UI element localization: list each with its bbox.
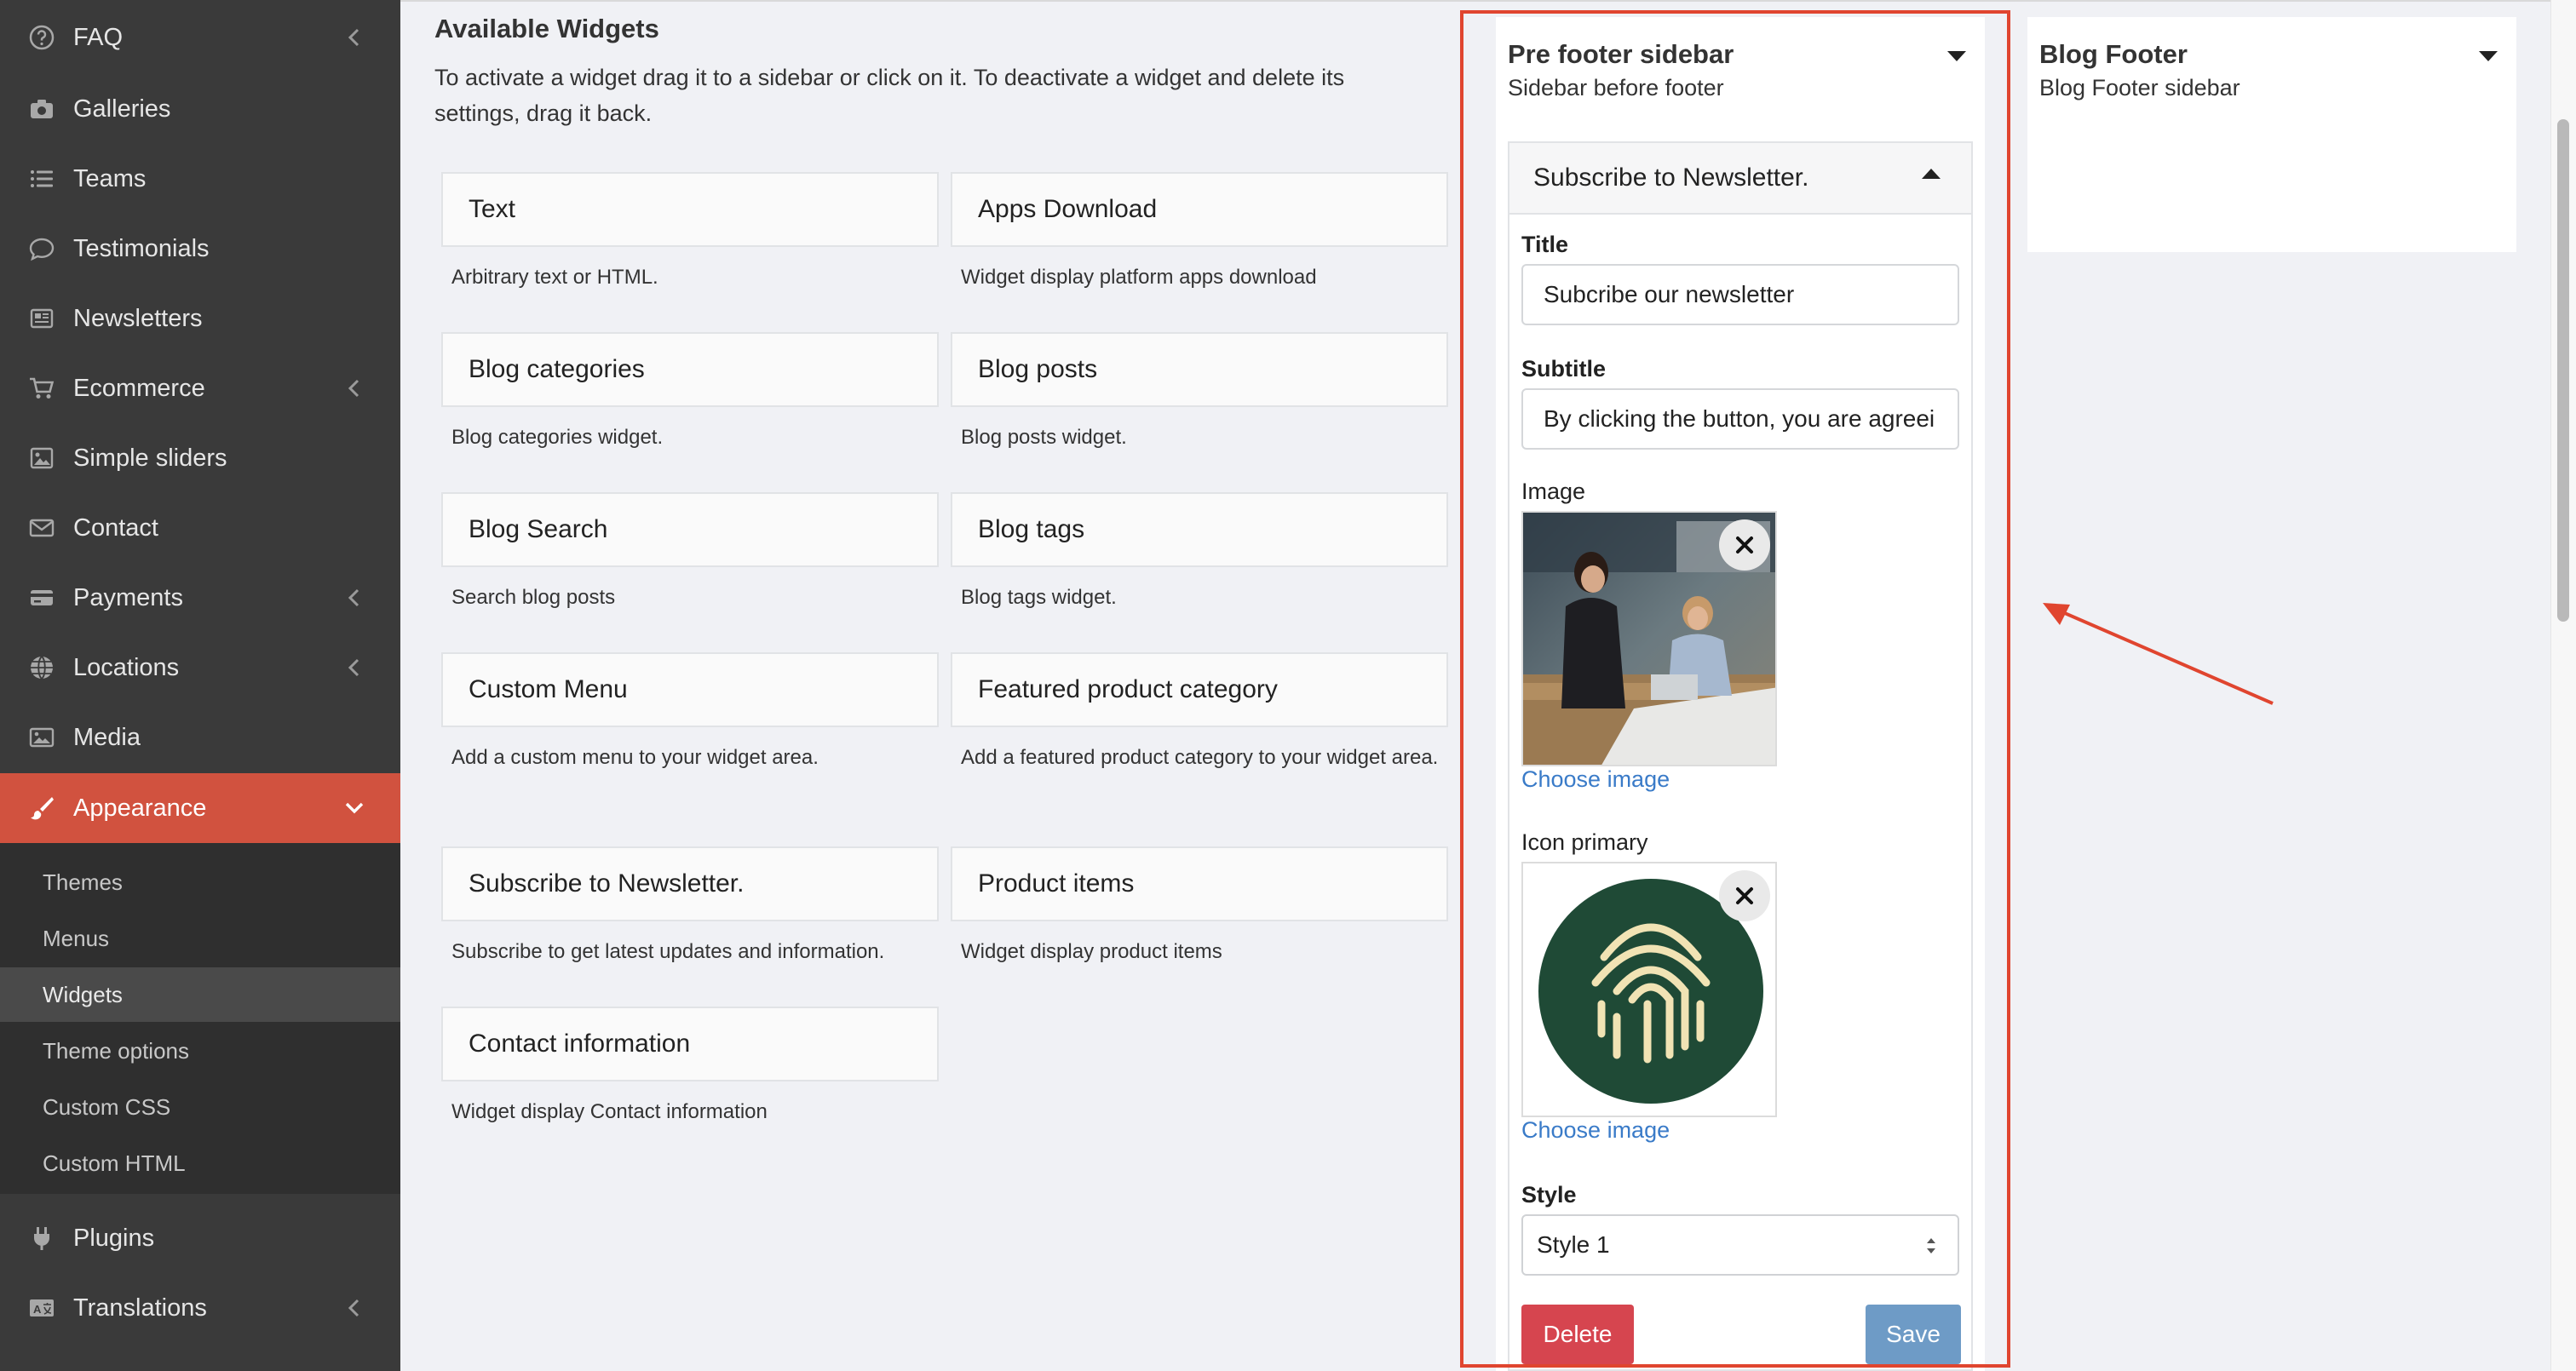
sidebar-item-label: Ecommerce	[73, 374, 205, 402]
sidebar-item-label: Galleries	[73, 95, 171, 123]
chevron-left-icon	[348, 379, 359, 398]
comment-icon	[27, 234, 56, 263]
widget-description: Blog tags widget.	[961, 586, 1117, 609]
widget-name[interactable]: Blog posts	[951, 332, 1448, 407]
sidebar-item-label: Teams	[73, 164, 147, 192]
widget-description: Widget display Contact information	[451, 1100, 768, 1123]
caret-down-icon[interactable]	[2479, 51, 2498, 61]
sidebar-item-label: Testimonials	[73, 234, 210, 262]
sidebar-subitem-custom-html[interactable]: Custom HTML	[0, 1136, 400, 1190]
credit-card-icon	[27, 583, 56, 612]
widget-blog-posts[interactable]: Blog posts Blog posts widget.	[951, 332, 1448, 455]
chevron-left-icon	[348, 28, 359, 47]
widget-blog-categories[interactable]: Blog categories Blog categories widget.	[441, 332, 939, 455]
widget-contact-information[interactable]: Contact information Widget display Conta…	[441, 1007, 939, 1129]
sidebar-item-label: Translations	[73, 1294, 207, 1322]
widget-description: Widget display product items	[961, 940, 1222, 963]
question-circle-icon	[27, 23, 56, 52]
globe-icon	[27, 653, 56, 682]
widget-blog-search[interactable]: Blog Search Search blog posts	[441, 492, 939, 615]
sidebar-item-label: FAQ	[73, 23, 124, 51]
sidebar-item-label: Locations	[73, 653, 180, 681]
sidebar-item-galleries[interactable]: Galleries	[0, 75, 400, 143]
sidebar-item-testimonials[interactable]: Testimonials	[0, 215, 400, 283]
image-icon	[27, 444, 56, 473]
cart-icon	[27, 374, 56, 403]
widget-description: Blog categories widget.	[451, 426, 664, 449]
widget-custom-menu[interactable]: Custom Menu Add a custom menu to your wi…	[441, 652, 939, 775]
widget-name[interactable]: Featured product category	[951, 652, 1448, 727]
widget-name[interactable]: Contact information	[441, 1007, 939, 1081]
available-widgets-description: To activate a widget drag it to a sideba…	[434, 65, 1345, 126]
widget-name[interactable]: Subscribe to Newsletter.	[441, 846, 939, 921]
sidebar-item-plugins[interactable]: Plugins	[0, 1204, 400, 1272]
widget-name[interactable]: Text	[441, 172, 939, 247]
sidebar-subitem-themes[interactable]: Themes	[0, 855, 400, 909]
annotation-arrow-icon	[2043, 603, 2274, 705]
svg-text:A: A	[33, 1303, 42, 1316]
chevron-left-icon	[348, 588, 359, 607]
sidebar-item-media[interactable]: Media	[0, 703, 400, 772]
sidebar-item-label: Appearance	[73, 794, 207, 822]
sidebar-item-teams[interactable]: Teams	[0, 145, 400, 213]
blog-footer-title[interactable]: Blog Footer	[2039, 39, 2188, 70]
images-icon	[27, 723, 56, 752]
widget-name[interactable]: Blog categories	[441, 332, 939, 407]
widget-name[interactable]: Apps Download	[951, 172, 1448, 247]
plug-icon	[27, 1224, 56, 1253]
widget-description: Add a featured product category to your …	[961, 746, 1439, 769]
scrollbar-thumb[interactable]	[2557, 119, 2569, 622]
sidebar-item-translations[interactable]: A Translations	[0, 1274, 400, 1342]
available-widgets-title: Available Widgets	[434, 14, 659, 43]
chevron-down-icon	[345, 802, 364, 814]
widget-description: Add a custom menu to your widget area.	[451, 746, 819, 769]
paintbrush-icon	[27, 794, 56, 823]
highlight-outline	[1460, 10, 2010, 1368]
widget-blog-tags[interactable]: Blog tags Blog tags widget.	[951, 492, 1448, 615]
sidebar-item-ecommerce[interactable]: Ecommerce	[0, 354, 400, 422]
sidebar-item-simple-sliders[interactable]: Simple sliders	[0, 424, 400, 492]
sidebar-item-label: Contact	[73, 513, 158, 542]
sidebar-item-label: Simple sliders	[73, 444, 227, 472]
top-divider	[400, 0, 2576, 2]
widget-description: Subscribe to get latest updates and info…	[451, 940, 885, 963]
widget-featured-product-category[interactable]: Featured product category Add a featured…	[951, 652, 1448, 775]
widget-description: Blog posts widget.	[961, 426, 1127, 449]
sidebar-item-label: Plugins	[73, 1224, 155, 1252]
language-icon: A	[27, 1294, 56, 1322]
widget-name[interactable]: Custom Menu	[441, 652, 939, 727]
blog-footer-subtitle: Blog Footer sidebar	[2039, 75, 2240, 100]
widget-name[interactable]: Blog tags	[951, 492, 1448, 567]
sidebar-item-faq[interactable]: FAQ	[0, 3, 400, 72]
sidebar-item-label: Media	[73, 723, 141, 751]
widget-subscribe-newsletter[interactable]: Subscribe to Newsletter. Subscribe to ge…	[441, 846, 939, 969]
widget-apps-download[interactable]: Apps Download Widget display platform ap…	[951, 172, 1448, 295]
list-icon	[27, 164, 56, 193]
widget-text[interactable]: Text Arbitrary text or HTML.	[441, 172, 939, 295]
sidebar-item-payments[interactable]: Payments	[0, 564, 400, 632]
widget-description: Search blog posts	[451, 586, 616, 609]
sidebar-subitem-menus[interactable]: Menus	[0, 911, 400, 966]
sidebar-item-label: Payments	[73, 583, 183, 611]
sidebar-item-appearance[interactable]: Appearance	[0, 773, 400, 843]
widget-name[interactable]: Blog Search	[441, 492, 939, 567]
widget-product-items[interactable]: Product items Widget display product ite…	[951, 846, 1448, 969]
sidebar-item-locations[interactable]: Locations	[0, 634, 400, 702]
sidebar-subitem-custom-css[interactable]: Custom CSS	[0, 1080, 400, 1134]
chevron-left-icon	[348, 658, 359, 677]
sidebar-item-newsletters[interactable]: Newsletters	[0, 284, 400, 353]
widget-description: Arbitrary text or HTML.	[451, 266, 658, 289]
sidebar-item-contact[interactable]: Contact	[0, 494, 400, 562]
sidebar-subitem-theme-options[interactable]: Theme options	[0, 1024, 400, 1078]
chevron-left-icon	[348, 1299, 359, 1317]
widget-name[interactable]: Product items	[951, 846, 1448, 921]
envelope-icon	[27, 513, 56, 542]
sidebar-subitem-widgets[interactable]: Widgets	[0, 967, 400, 1022]
widget-description: Widget display platform apps download	[961, 266, 1317, 289]
sidebar-item-label: Newsletters	[73, 304, 203, 332]
camera-icon	[27, 95, 56, 123]
newspaper-icon	[27, 304, 56, 333]
